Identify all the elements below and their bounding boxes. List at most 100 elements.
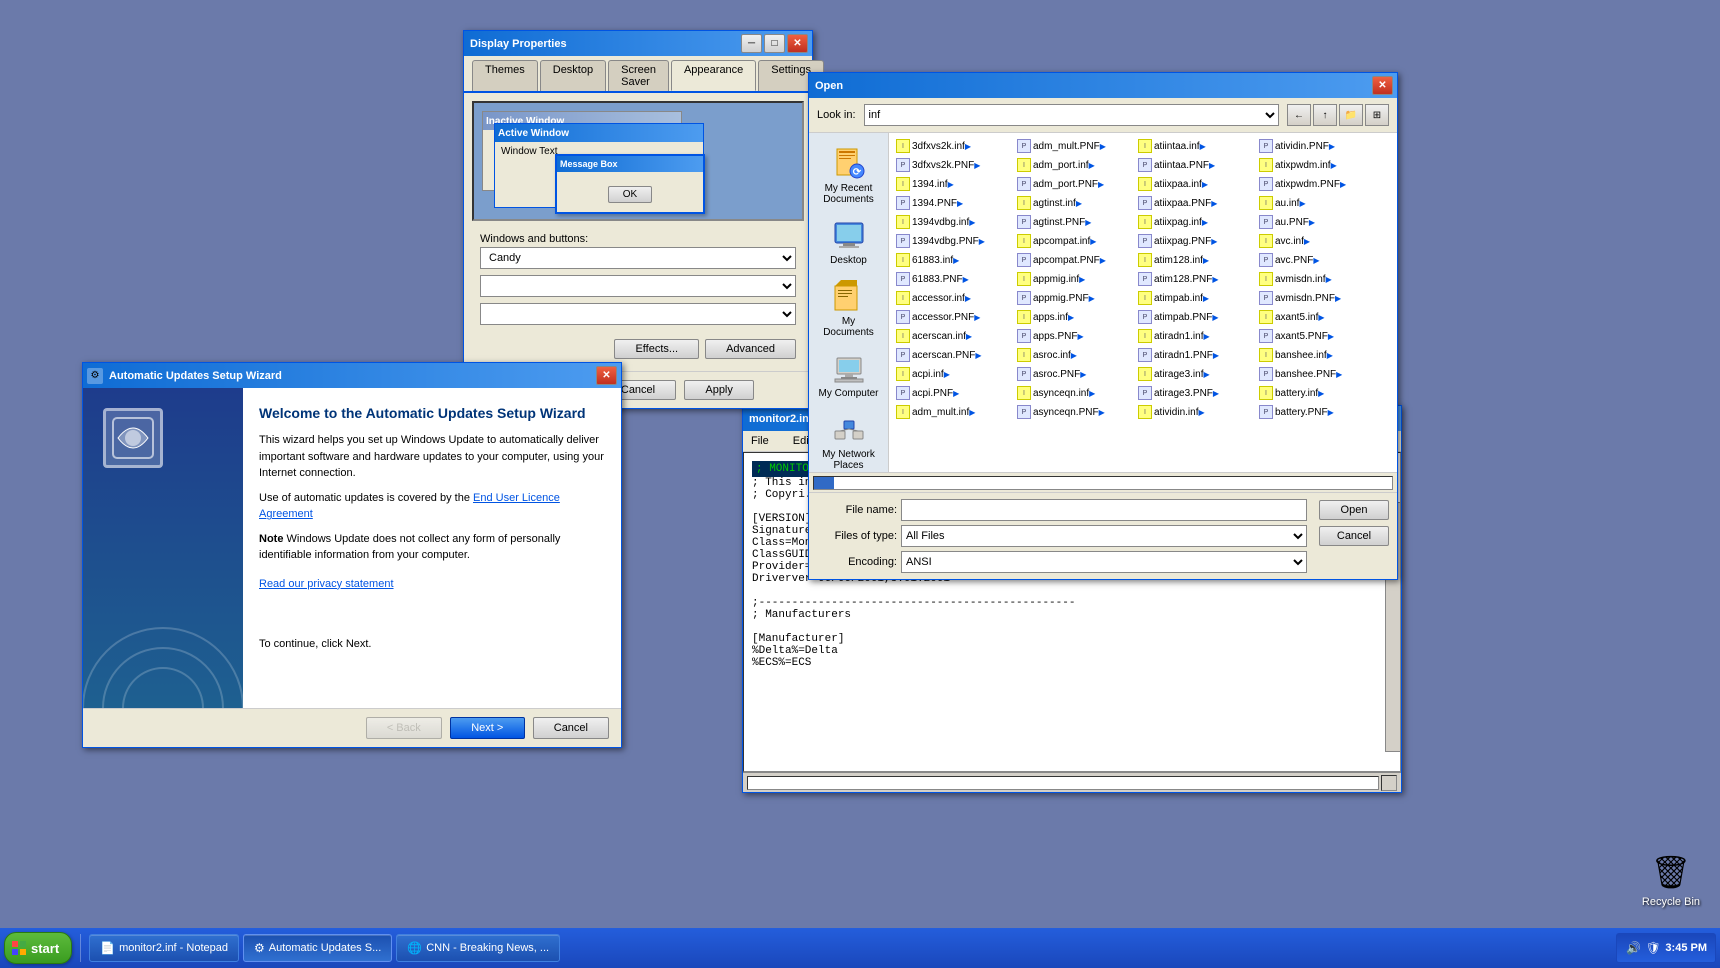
file-item[interactable]: Iavc.inf▶ (1256, 232, 1376, 250)
filetype-select[interactable]: All Files (901, 525, 1307, 547)
tab-themes[interactable]: Themes (472, 60, 538, 91)
file-item[interactable]: P1394.PNF▶ (893, 194, 1013, 212)
wizard-cancel-btn[interactable]: Cancel (533, 717, 609, 739)
taskbar-item-cnn[interactable]: 🌐 CNN - Breaking News, ... (396, 934, 560, 962)
file-item[interactable]: Iatimpab.inf▶ (1135, 289, 1255, 307)
file-item[interactable]: Pappmig.PNF▶ (1014, 289, 1134, 307)
taskbar-item-wizard[interactable]: ⚙ Automatic Updates S... (243, 934, 392, 962)
file-item[interactable]: Padm_port.PNF▶ (1014, 175, 1134, 193)
file-item[interactable]: Iadm_mult.inf▶ (893, 403, 1013, 421)
display-props-close-btn[interactable]: ✕ (787, 34, 808, 53)
display-props-maximize-btn[interactable]: □ (764, 34, 785, 53)
file-item[interactable]: I3dfxvs2k.inf▶ (893, 137, 1013, 155)
file-item[interactable]: Papcompat.PNF▶ (1014, 251, 1134, 269)
file-item[interactable]: Patirage3.PNF▶ (1135, 384, 1255, 402)
file-item[interactable]: Iasynceqn.inf▶ (1014, 384, 1134, 402)
sidebar-item-recent[interactable]: ⟳ My Recent Documents (814, 141, 884, 209)
next-btn[interactable]: Next > (450, 717, 525, 739)
file-item[interactable]: Patiixpaa.PNF▶ (1135, 194, 1255, 212)
wizard-close-btn[interactable]: ✕ (596, 366, 617, 385)
font-size-select[interactable] (480, 303, 796, 325)
file-item[interactable]: Iapcompat.inf▶ (1014, 232, 1134, 250)
windows-buttons-select[interactable]: Candy (480, 247, 796, 269)
open-btn[interactable]: Open (1319, 500, 1389, 520)
file-item[interactable]: Pbattery.PNF▶ (1256, 403, 1376, 421)
file-item[interactable]: Iau.inf▶ (1256, 194, 1376, 212)
msgbox-ok-btn[interactable]: OK (608, 186, 652, 203)
file-item[interactable]: Iatiixpag.inf▶ (1135, 213, 1255, 231)
file-item[interactable]: Iasroc.inf▶ (1014, 346, 1134, 364)
file-item[interactable]: Iacerscan.inf▶ (893, 327, 1013, 345)
file-item[interactable]: Paccessor.PNF▶ (893, 308, 1013, 326)
file-item[interactable]: Iadm_port.inf▶ (1014, 156, 1134, 174)
file-item[interactable]: Iaxant5.inf▶ (1256, 308, 1376, 326)
filename-input[interactable] (901, 499, 1307, 521)
advanced-btn[interactable]: Advanced (705, 339, 796, 359)
file-item[interactable]: Iatixpwdm.inf▶ (1256, 156, 1376, 174)
file-item[interactable]: Patimpab.PNF▶ (1135, 308, 1255, 326)
file-item[interactable]: Pasynceqn.PNF▶ (1014, 403, 1134, 421)
file-item[interactable]: Iavmisdn.inf▶ (1256, 270, 1376, 288)
open-dialog-close-btn[interactable]: ✕ (1372, 76, 1393, 95)
file-item[interactable]: Pacpi.PNF▶ (893, 384, 1013, 402)
file-item[interactable]: Pagtinst.PNF▶ (1014, 213, 1134, 231)
file-item[interactable]: Patividin.PNF▶ (1256, 137, 1376, 155)
new-folder-btn[interactable]: 📁 (1339, 104, 1363, 126)
sidebar-item-network[interactable]: My Network Places (814, 407, 884, 475)
start-button[interactable]: start (4, 932, 72, 964)
color-scheme-select[interactable] (480, 275, 796, 297)
back-btn[interactable]: < Back (366, 717, 442, 739)
back-btn[interactable]: ← (1287, 104, 1311, 126)
file-item[interactable]: Iatiixpaa.inf▶ (1135, 175, 1255, 193)
file-item[interactable]: Pasroc.PNF▶ (1014, 365, 1134, 383)
sidebar-item-mydocs[interactable]: My Documents (814, 274, 884, 342)
file-item[interactable]: P3dfxvs2k.PNF▶ (893, 156, 1013, 174)
privacy-link[interactable]: Read our privacy statement (259, 578, 394, 590)
tab-screensaver[interactable]: Screen Saver (608, 60, 669, 91)
file-item[interactable]: Iaccessor.inf▶ (893, 289, 1013, 307)
file-item[interactable]: Paxant5.PNF▶ (1256, 327, 1376, 345)
file-item[interactable]: Iagtinst.inf▶ (1014, 194, 1134, 212)
file-item[interactable]: Patiintaa.PNF▶ (1135, 156, 1255, 174)
file-item[interactable]: Iapps.inf▶ (1014, 308, 1134, 326)
file-item[interactable]: Patim128.PNF▶ (1135, 270, 1255, 288)
file-item[interactable]: Papps.PNF▶ (1014, 327, 1134, 345)
look-in-select[interactable]: inf (864, 104, 1279, 126)
file-item[interactable]: Pbanshee.PNF▶ (1256, 365, 1376, 383)
recycle-bin[interactable]: 🗑 Recycle Bin (1642, 848, 1700, 908)
sidebar-item-mycomputer[interactable]: My Computer (814, 346, 884, 403)
taskbar-item-notepad[interactable]: 📄 monitor2.inf - Notepad (89, 934, 239, 962)
file-item[interactable]: Iacpi.inf▶ (893, 365, 1013, 383)
encoding-select[interactable]: ANSI (901, 551, 1307, 573)
display-apply-btn[interactable]: Apply (684, 380, 754, 400)
file-item[interactable]: Ibattery.inf▶ (1256, 384, 1376, 402)
file-item[interactable]: Ibanshee.inf▶ (1256, 346, 1376, 364)
up-btn[interactable]: ↑ (1313, 104, 1337, 126)
file-item[interactable]: Patixpwdm.PNF▶ (1256, 175, 1376, 193)
file-item[interactable]: I1394.inf▶ (893, 175, 1013, 193)
display-props-minimize-btn[interactable]: ─ (741, 34, 762, 53)
file-item[interactable]: I61883.inf▶ (893, 251, 1013, 269)
file-item[interactable]: Pavmisdn.PNF▶ (1256, 289, 1376, 307)
file-item[interactable]: Pavc.PNF▶ (1256, 251, 1376, 269)
file-item[interactable]: Pacerscan.PNF▶ (893, 346, 1013, 364)
sidebar-item-desktop[interactable]: Desktop (814, 213, 884, 270)
file-item[interactable]: Iatiintaa.inf▶ (1135, 137, 1255, 155)
file-item[interactable]: P61883.PNF▶ (893, 270, 1013, 288)
file-item[interactable]: P1394vdbg.PNF▶ (893, 232, 1013, 250)
file-item[interactable]: Patiixpag.PNF▶ (1135, 232, 1255, 250)
file-menu[interactable]: File (745, 433, 775, 449)
file-item[interactable]: Patiradn1.PNF▶ (1135, 346, 1255, 364)
file-item[interactable]: Iappmig.inf▶ (1014, 270, 1134, 288)
file-item[interactable]: Iatiradn1.inf▶ (1135, 327, 1255, 345)
file-item[interactable]: I1394vdbg.inf▶ (893, 213, 1013, 231)
file-item[interactable]: Padm_mult.PNF▶ (1014, 137, 1134, 155)
file-item[interactable]: Iatirage3.inf▶ (1135, 365, 1255, 383)
tab-desktop[interactable]: Desktop (540, 60, 606, 91)
cancel-btn[interactable]: Cancel (1319, 526, 1389, 546)
file-item[interactable]: Iatim128.inf▶ (1135, 251, 1255, 269)
tab-appearance[interactable]: Appearance (671, 60, 756, 91)
file-item[interactable]: Pau.PNF▶ (1256, 213, 1376, 231)
view-btn[interactable]: ⊞ (1365, 104, 1389, 126)
effects-btn[interactable]: Effects... (614, 339, 699, 359)
